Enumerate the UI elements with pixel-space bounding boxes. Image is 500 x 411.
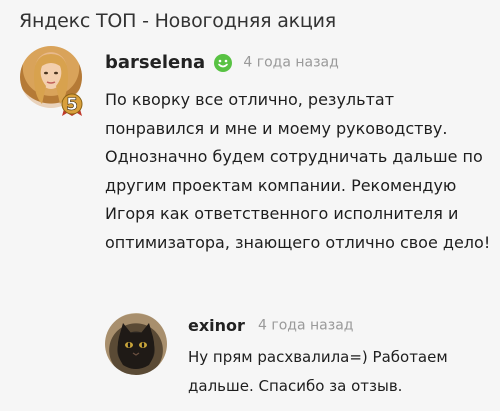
level-number: 5 <box>66 95 78 116</box>
level-badge: 5 <box>60 93 84 117</box>
smile-icon <box>214 53 233 72</box>
reply-time: 4 года назад <box>258 317 354 334</box>
cat-avatar-image <box>117 323 155 369</box>
reply-text: Ну прям расхвалила=) Работаем дальше. Сп… <box>188 348 448 395</box>
reviewer-avatar-group[interactable]: 5 <box>20 46 84 118</box>
page-title: Яндекс ТОП - Новогодняя акция <box>19 10 337 32</box>
reply-username[interactable]: exinor <box>188 316 245 335</box>
reviewer-username[interactable]: barselena <box>105 52 205 73</box>
review-time: 4 года назад <box>243 54 339 71</box>
reply-header: exinor 4 года назад <box>188 315 353 335</box>
reply-avatar[interactable] <box>105 313 167 375</box>
review-text: По кворку все отлично, результат понрави… <box>105 90 491 252</box>
review-header: barselena 4 года назад <box>105 52 339 73</box>
